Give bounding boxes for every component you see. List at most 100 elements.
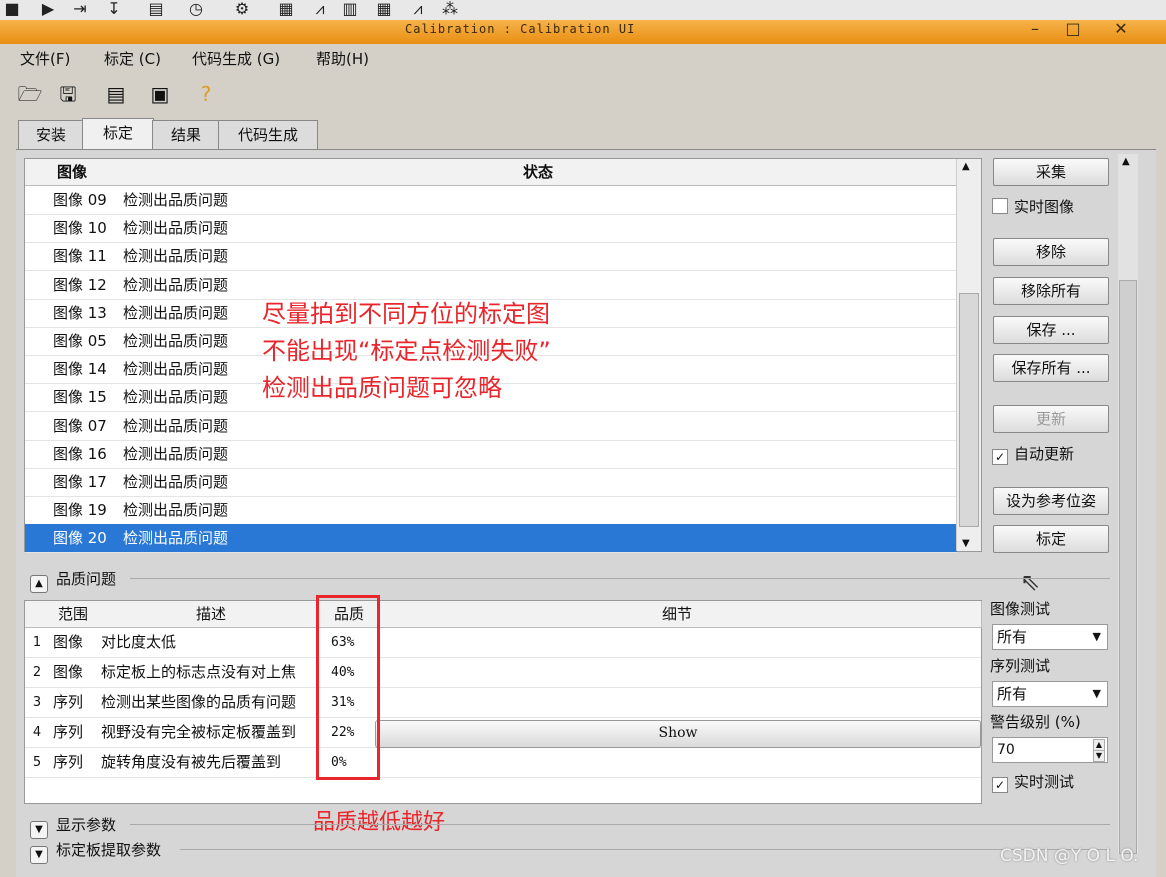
- col-detail-header[interactable]: 细节: [373, 601, 982, 628]
- insert-code-icon[interactable]: ▣: [146, 80, 174, 108]
- stop-icon[interactable]: ■: [2, 0, 22, 18]
- status-cell: 检测出品质问题: [123, 275, 229, 294]
- show-detail-button[interactable]: Show: [375, 720, 981, 748]
- tab-install[interactable]: 安装: [18, 120, 84, 150]
- table-row[interactable]: 图像 17 检测出品质问题: [25, 468, 957, 497]
- live-test-label: 实时测试: [1014, 773, 1075, 791]
- calibrate-button[interactable]: 标定: [993, 525, 1109, 553]
- help-icon[interactable]: ?: [192, 80, 220, 108]
- image-test-value: 所有: [997, 628, 1028, 646]
- menu-bar: 文件(F) 标定 (C) 代码生成 (G) 帮助(H): [10, 44, 1160, 72]
- menu-help[interactable]: 帮助(H): [316, 48, 369, 69]
- table-row[interactable]: 图像 09 检测出品质问题: [25, 186, 957, 215]
- quality-section-label: 品质问题: [56, 570, 117, 588]
- save-button[interactable]: 保存 ...: [993, 316, 1109, 344]
- description-cell: 对比度太低: [101, 633, 177, 651]
- table-row[interactable]: 4 序列 视野没有完全被标定板覆盖到 22% Show: [25, 718, 981, 748]
- check-icon[interactable]: ✓: [992, 449, 1008, 465]
- scroll-down-icon[interactable]: ▼: [962, 538, 970, 549]
- col-status-header[interactable]: 状态: [119, 159, 958, 186]
- close-icon[interactable]: ✕: [1104, 20, 1138, 42]
- warning-level-spinner[interactable]: 70 ▲ ▼: [992, 737, 1108, 763]
- scope-cell: 序列: [53, 693, 84, 711]
- stack-icon[interactable]: ▤: [146, 0, 166, 18]
- menu-codegen[interactable]: 代码生成 (G): [192, 48, 280, 69]
- update-button[interactable]: 更新: [993, 405, 1109, 433]
- warning-level-label: 警告级别 (%): [990, 713, 1081, 731]
- sequence-test-select[interactable]: 所有 ▼: [992, 681, 1108, 707]
- image-list-scrollbar[interactable]: ▲ ▼: [956, 159, 981, 551]
- expand-icon[interactable]: ▼: [30, 846, 48, 864]
- save-all-button[interactable]: 保存所有 ...: [993, 354, 1109, 382]
- description-cell: 标定板上的标志点没有对上焦: [101, 663, 297, 681]
- live-test-checkbox[interactable]: ✓ 实时测试: [992, 771, 1074, 793]
- row-index: 5: [32, 755, 42, 770]
- expand-icon[interactable]: ▼: [30, 821, 48, 839]
- run-icon[interactable]: ▶: [38, 0, 58, 18]
- tab-codegen[interactable]: 代码生成: [218, 120, 318, 150]
- step-over-icon[interactable]: ↧: [104, 0, 124, 18]
- open-folder-icon[interactable]: 🗁: [16, 80, 44, 108]
- annotation-line-3: 检测出品质问题可忽略: [262, 374, 502, 402]
- table-row[interactable]: 3 序列 检测出某些图像的品质有问题 31%: [25, 688, 981, 718]
- plate-params-section[interactable]: ▼ 标定板提取参数: [30, 839, 161, 864]
- bar-chart-icon[interactable]: ▥: [340, 0, 360, 18]
- col-index-header: [25, 601, 50, 628]
- remove-all-button[interactable]: 移除所有: [993, 277, 1109, 305]
- minimize-icon[interactable]: –: [1018, 20, 1052, 42]
- graphics-icon[interactable]: ▦: [276, 0, 296, 18]
- table-row[interactable]: 图像 16 检测出品质问题: [25, 440, 957, 469]
- quality-section-header[interactable]: ▲ 品质问题: [30, 568, 116, 593]
- set-reference-pose-button[interactable]: 设为参考位姿: [993, 487, 1109, 515]
- chevron-down-icon[interactable]: ▼: [1093, 682, 1101, 706]
- settings-icon[interactable]: ⚙: [232, 0, 252, 18]
- menu-file[interactable]: 文件(F): [20, 48, 70, 69]
- table-row[interactable]: 图像 11 检测出品质问题: [25, 242, 957, 272]
- status-cell: 检测出品质问题: [123, 416, 229, 435]
- live-image-checkbox[interactable]: 实时图像: [992, 196, 1074, 217]
- spin-down-icon[interactable]: ▼: [1092, 750, 1105, 762]
- status-cell: 检测出品质问题: [123, 247, 229, 266]
- table-row[interactable]: 1 图像 对比度太低 63%: [25, 628, 981, 658]
- image-test-select[interactable]: 所有 ▼: [992, 624, 1108, 650]
- timer-icon[interactable]: ◷: [186, 0, 206, 18]
- table-row[interactable]: 图像 10 检测出品质问题: [25, 214, 957, 244]
- plate-params-label: 标定板提取参数: [56, 841, 162, 859]
- export-icon[interactable]: ▤: [102, 80, 130, 108]
- table-row[interactable]: 图像 07 检测出品质问题: [25, 412, 957, 441]
- col-scope-header[interactable]: 范围: [49, 601, 98, 628]
- scroll-up-icon[interactable]: ▲: [962, 161, 970, 172]
- table-icon[interactable]: ▦: [374, 0, 394, 18]
- panel-scroll-thumb[interactable]: [1119, 280, 1137, 854]
- auto-update-checkbox[interactable]: ✓ 自动更新: [992, 443, 1074, 465]
- features-icon[interactable]: ⁂: [440, 0, 460, 18]
- status-cell: 检测出品质问题: [123, 444, 229, 463]
- tab-results[interactable]: 结果: [152, 120, 220, 150]
- check-icon[interactable]: ✓: [992, 777, 1008, 793]
- table-row[interactable]: 图像 20 检测出品质问题: [25, 524, 957, 554]
- panel-scrollbar[interactable]: ▲: [1118, 154, 1138, 854]
- scroll-thumb[interactable]: [959, 293, 979, 527]
- tab-calibrate[interactable]: 标定: [82, 118, 154, 151]
- col-image-header[interactable]: 图像: [25, 159, 120, 186]
- panel-scroll-up-icon[interactable]: ▲: [1122, 156, 1130, 167]
- menu-calibrate[interactable]: 标定 (C): [104, 48, 161, 69]
- quality-table[interactable]: 范围 描述 品质 细节 1 图像 对比度太低 63% 2 图像 标定板上的标志点没有对上焦 4…: [24, 600, 982, 804]
- checkbox-box[interactable]: [992, 198, 1008, 214]
- chevron-down-icon[interactable]: ▼: [1093, 625, 1101, 649]
- table-row[interactable]: 5 序列 旋转角度没有被先后覆盖到 0%: [25, 748, 981, 778]
- display-params-section[interactable]: ▼ 显示参数: [30, 814, 116, 839]
- step-icon[interactable]: ⇥: [70, 0, 90, 18]
- remove-button[interactable]: 移除: [993, 238, 1109, 266]
- line-chart-icon[interactable]: ⩘: [310, 0, 330, 18]
- save-icon[interactable]: 🖫: [54, 80, 82, 108]
- histogram-icon[interactable]: ⩘: [408, 0, 428, 18]
- table-row[interactable]: 图像 19 检测出品质问题: [25, 496, 957, 526]
- annotation-line-1: 尽量拍到不同方位的标定图: [262, 300, 550, 328]
- divider: [130, 578, 1110, 579]
- table-row[interactable]: 2 图像 标定板上的标志点没有对上焦 40%: [25, 658, 981, 688]
- maximize-icon[interactable]: □: [1056, 20, 1090, 42]
- collapse-icon[interactable]: ▲: [30, 575, 48, 593]
- col-desc-header[interactable]: 描述: [97, 601, 326, 628]
- collect-button[interactable]: 采集: [993, 158, 1109, 186]
